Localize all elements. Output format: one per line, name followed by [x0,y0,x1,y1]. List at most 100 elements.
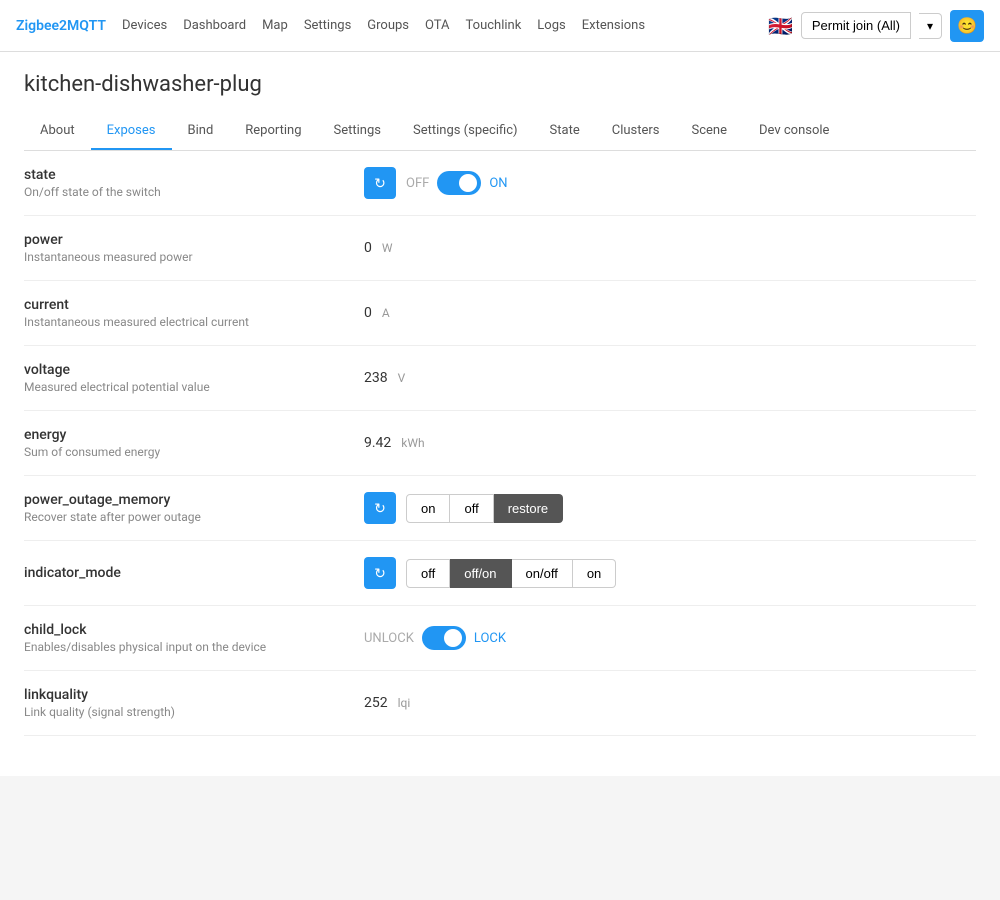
refresh-button-indicator_mode[interactable]: ↻ [364,557,396,589]
tab-bar: AboutExposesBindReportingSettingsSetting… [24,113,976,151]
btn-group-item-indicator_mode-on[interactable]: on [573,559,616,588]
prop-row-voltage: voltageMeasured electrical potential val… [24,346,976,411]
prop-name-child_lock: child_lock [24,622,364,638]
language-flag-icon[interactable]: 🇬🇧 [768,14,793,38]
prop-name-power: power [24,232,364,248]
properties-area: stateOn/off state of the switch↻OFFONpow… [0,151,1000,776]
prop-control-power_outage_memory: ↻ onoffrestore [364,492,976,524]
permit-join-caret-button[interactable]: ▾ [919,13,942,39]
prop-desc-energy: Sum of consumed energy [24,445,364,459]
prop-value-voltage: 238 [364,370,388,386]
btn-group-indicator_mode: offoff/onon/offon [406,559,616,588]
prop-info-energy: energy Sum of consumed energy [24,427,364,459]
btn-group-item-power_outage_memory-on[interactable]: on [406,494,450,523]
prop-name-power_outage_memory: power_outage_memory [24,492,364,508]
nav-link-dashboard[interactable]: Dashboard [183,18,246,33]
nav-link-groups[interactable]: Groups [367,18,409,33]
nav-right: 🇬🇧 Permit join (All) ▾ 😊 [768,10,984,42]
tab-settings-specific[interactable]: Settings (specific) [397,113,534,150]
prop-name-state: state [24,167,364,183]
prop-desc-power: Instantaneous measured power [24,250,364,264]
prop-desc-current: Instantaneous measured electrical curren… [24,315,364,329]
toggle-wrapper-state: OFF ON [406,171,508,195]
prop-row-indicator_mode: indicator_mode↻ offoff/onon/offon [24,541,976,606]
prop-unit-voltage: V [398,371,406,385]
smiley-button[interactable]: 😊 [950,10,984,42]
btn-group-power_outage_memory: onoffrestore [406,494,563,523]
device-title: kitchen-dishwasher-plug [24,72,976,97]
prop-control-power: 0 W [364,240,976,256]
toggle-switch-state[interactable] [437,171,481,195]
tab-about[interactable]: About [24,113,91,150]
refresh-button-state[interactable]: ↻ [364,167,396,199]
nav-link-devices[interactable]: Devices [122,18,167,33]
prop-desc-power_outage_memory: Recover state after power outage [24,510,364,524]
prop-info-voltage: voltageMeasured electrical potential val… [24,362,364,394]
permit-join-button[interactable]: Permit join (All) [801,12,911,39]
tab-dev-console[interactable]: Dev console [743,113,845,150]
btn-group-item-power_outage_memory-restore[interactable]: restore [494,494,563,523]
toggle-switch-child_lock[interactable] [422,626,466,650]
prop-info-power_outage_memory: power_outage_memory Recover state after p… [24,492,364,524]
tab-exposes[interactable]: Exposes [91,113,172,150]
tab-scene[interactable]: Scene [676,113,744,150]
btn-group-item-indicator_mode-offon[interactable]: off/on [450,559,511,588]
prop-unit-energy: kWh [401,436,424,450]
toggle-off-label-child_lock: UNLOCK [364,631,414,646]
prop-info-child_lock: child_lock Enables/disables physical inpu… [24,622,364,654]
prop-value-power: 0 [364,240,372,256]
prop-name-indicator_mode: indicator_mode [24,565,364,581]
prop-desc-linkquality: Link quality (signal strength) [24,705,364,719]
tab-reporting[interactable]: Reporting [229,113,317,150]
prop-info-indicator_mode: indicator_mode [24,565,364,581]
prop-control-child_lock: UNLOCK LOCK [364,626,976,650]
prop-unit-power: W [382,241,393,255]
prop-control-voltage: 238 V [364,370,976,386]
nav-link-map[interactable]: Map [262,18,288,33]
refresh-button-power_outage_memory[interactable]: ↻ [364,492,396,524]
prop-row-power: power Instantaneous measured power0 W [24,216,976,281]
top-navigation: Zigbee2MQTT Devices Dashboard Map Settin… [0,0,1000,52]
prop-control-linkquality: 252 lqi [364,695,976,711]
toggle-on-label-state: ON [489,176,507,191]
prop-desc-state: On/off state of the switch [24,185,364,199]
prop-control-current: 0 A [364,305,976,321]
nav-link-ota[interactable]: OTA [425,18,450,33]
prop-info-state: state On/off state of the switch [24,167,364,199]
nav-link-touchlink[interactable]: Touchlink [466,18,522,33]
prop-info-current: current Instantaneous measured electrical… [24,297,364,329]
prop-row-power_outage_memory: power_outage_memory Recover state after p… [24,476,976,541]
prop-control-indicator_mode: ↻ offoff/onon/offon [364,557,976,589]
nav-link-logs[interactable]: Logs [537,18,565,33]
prop-info-linkquality: linkquality Link quality (signal strength… [24,687,364,719]
btn-group-item-indicator_mode-onoff[interactable]: on/off [512,559,573,588]
tab-clusters[interactable]: Clusters [596,113,676,150]
prop-row-state: state On/off state of the switch↻ OFF ON [24,151,976,216]
prop-name-voltage: voltage [24,362,364,378]
prop-value-linkquality: 252 [364,695,388,711]
btn-group-item-power_outage_memory-off[interactable]: off [450,494,493,523]
prop-info-power: power Instantaneous measured power [24,232,364,264]
tab-state[interactable]: State [534,113,596,150]
prop-row-current: current Instantaneous measured electrical… [24,281,976,346]
prop-name-linkquality: linkquality [24,687,364,703]
prop-row-energy: energy Sum of consumed energy9.42 kWh [24,411,976,476]
prop-control-energy: 9.42 kWh [364,435,976,451]
btn-group-item-indicator_mode-off[interactable]: off [406,559,450,588]
prop-name-energy: energy [24,427,364,443]
main-content: kitchen-dishwasher-plug AboutExposesBind… [0,52,1000,151]
prop-value-current: 0 [364,305,372,321]
tab-bind[interactable]: Bind [172,113,230,150]
prop-row-linkquality: linkquality Link quality (signal strength… [24,671,976,736]
toggle-on-label-child_lock: LOCK [474,631,506,646]
prop-desc-child_lock: Enables/disables physical input on the d… [24,640,364,654]
prop-unit-linkquality: lqi [398,696,411,710]
brand-link[interactable]: Zigbee2MQTT [16,18,106,34]
prop-name-current: current [24,297,364,313]
tab-settings[interactable]: Settings [318,113,397,150]
toggle-off-label-state: OFF [406,176,429,191]
nav-link-settings[interactable]: Settings [304,18,351,33]
nav-link-extensions[interactable]: Extensions [582,18,645,33]
prop-control-state: ↻ OFF ON [364,167,976,199]
prop-unit-current: A [382,306,390,320]
